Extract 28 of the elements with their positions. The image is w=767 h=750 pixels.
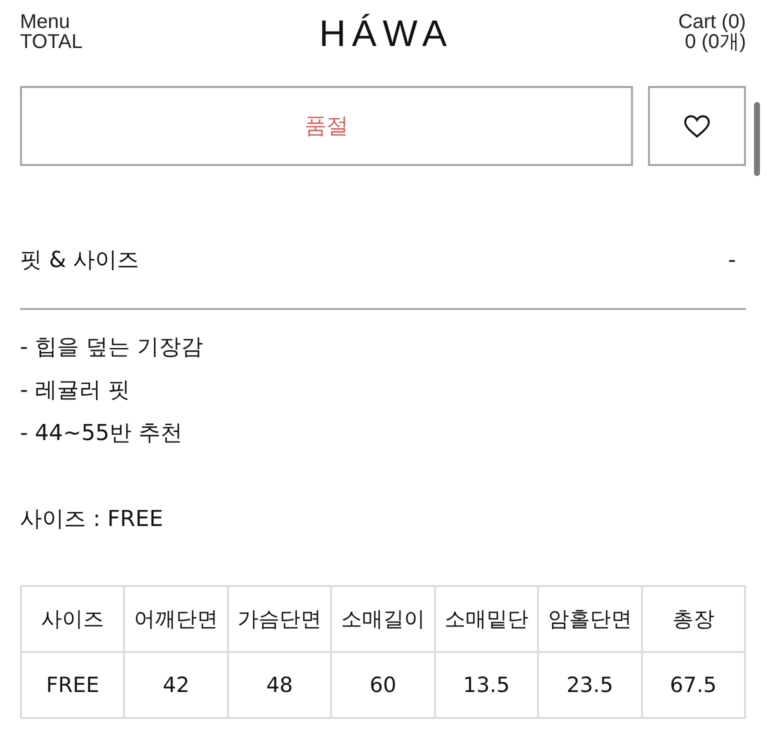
table-cell: 48 (228, 652, 332, 718)
section-title: 핏 & 사이즈 (20, 247, 140, 275)
detail-text: - 44~55반 추천 (20, 420, 184, 448)
table-cell: 13.5 (434, 652, 538, 718)
column-header: 암홀단면 (538, 586, 642, 652)
menu-link[interactable]: Menu (20, 12, 170, 32)
collapse-toggle[interactable]: - (728, 236, 746, 286)
table-cell: FREE (21, 652, 124, 718)
column-header: 총장 (642, 586, 745, 652)
detail-text: - 힙을 덮는 기장감 (20, 334, 204, 362)
total-label: TOTAL (20, 32, 84, 52)
table-cell: 60 (331, 652, 435, 718)
column-header: 소매길이 (331, 586, 435, 652)
table-cell: 23.5 (538, 652, 642, 718)
sold-out-button[interactable]: 품절 (20, 86, 633, 166)
detail-text: - 레귤러 핏 (20, 377, 131, 405)
size-note: 사이즈 : FREE (20, 506, 164, 534)
total-value: 0 (0개) (684, 32, 746, 52)
column-header: 어깨단면 (124, 586, 228, 652)
table-cell: 42 (124, 652, 228, 718)
column-header: 소매밑단 (434, 586, 538, 652)
wishlist-button[interactable] (648, 86, 746, 166)
cart-link[interactable]: Cart (0) (678, 12, 746, 32)
column-header: 사이즈 (21, 586, 124, 652)
table-cell: 67.5 (642, 652, 745, 718)
brand-logo[interactable]: HÁWA (313, 12, 453, 56)
scrollbar-thumb[interactable] (754, 102, 760, 176)
column-header: 가슴단면 (228, 586, 332, 652)
